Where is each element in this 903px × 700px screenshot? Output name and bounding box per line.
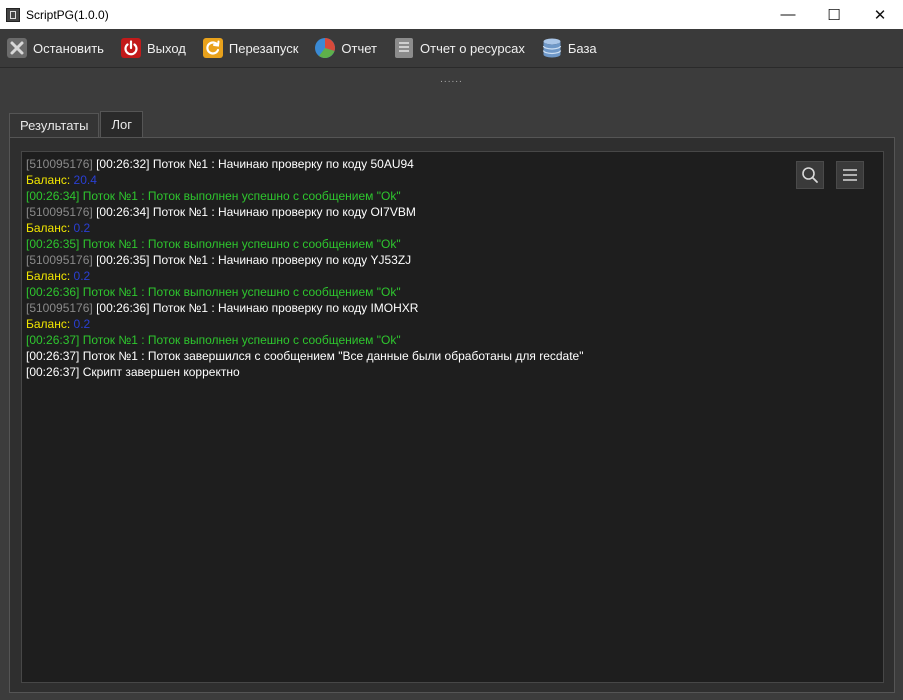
refresh-icon xyxy=(202,37,224,59)
splitter-dots: ...... xyxy=(440,73,463,85)
log-time: [00:26:32] xyxy=(96,157,150,171)
maximize-button[interactable]: ☐ xyxy=(811,0,857,29)
close-x-icon xyxy=(6,37,28,59)
report-button[interactable]: Отчет xyxy=(308,29,383,67)
power-icon xyxy=(120,37,142,59)
balance-value: 0.2 xyxy=(73,269,91,283)
log-line-success: [00:26:37] Поток №1 : Поток выполнен усп… xyxy=(26,333,401,347)
log-line-plain: [00:26:37] Поток №1 : Поток завершился с… xyxy=(26,349,584,363)
database-label: База xyxy=(567,40,597,56)
toolbar: Остановить Выход Перезапуск Отчет Отчет … xyxy=(0,29,903,68)
document-lines-icon xyxy=(393,37,415,59)
tab-log[interactable]: Лог xyxy=(100,111,143,137)
log-line: [510095176] [00:26:35] Поток №1 : Начина… xyxy=(26,252,879,268)
window-controls: — ☐ ✕ xyxy=(765,0,903,29)
balance-value: 0.2 xyxy=(73,221,91,235)
close-button[interactable]: ✕ xyxy=(857,0,903,29)
log-text: Поток №1 : Начинаю проверку по коду YJ53… xyxy=(152,253,412,267)
search-button[interactable] xyxy=(796,161,824,189)
log-line-success: [00:26:35] Поток №1 : Поток выполнен усп… xyxy=(26,237,401,251)
restart-button[interactable]: Перезапуск xyxy=(196,29,305,67)
log-id: [510095176] xyxy=(26,205,93,219)
log-text: Поток №1 : Начинаю проверку по коду 50AU… xyxy=(152,157,414,171)
exit-button[interactable]: Выход xyxy=(114,29,192,67)
log-line: Баланс: 0.2 xyxy=(26,268,879,284)
log-time: [00:26:36] xyxy=(96,301,150,315)
log-line: Баланс: 0.2 xyxy=(26,316,879,332)
log-line: Баланс: 20.4 xyxy=(26,172,879,188)
log-line-plain: [00:26:37] Скрипт завершен корректно xyxy=(26,365,240,379)
minimize-button[interactable]: — xyxy=(765,0,811,29)
log-line: Баланс: 0.2 xyxy=(26,220,879,236)
tab-results[interactable]: Результаты xyxy=(9,113,100,137)
database-icon xyxy=(541,37,563,59)
log-line-success: [00:26:36] Поток №1 : Поток выполнен усп… xyxy=(26,285,401,299)
app-icon xyxy=(6,7,20,22)
menu-button[interactable] xyxy=(836,161,864,189)
splitter-handle[interactable]: ...... xyxy=(0,68,903,90)
resource-report-button[interactable]: Отчет о ресурсах xyxy=(387,29,531,67)
log-time: [00:26:34] xyxy=(96,205,150,219)
search-icon xyxy=(802,167,818,183)
log-id: [510095176] xyxy=(26,301,93,315)
balance-label: Баланс: xyxy=(26,221,71,235)
balance-label: Баланс: xyxy=(26,173,71,187)
log-view[interactable]: [510095176] [00:26:32] Поток №1 : Начина… xyxy=(21,151,884,683)
log-line: [510095176] [00:26:34] Поток №1 : Начина… xyxy=(26,204,879,220)
exit-label: Выход xyxy=(146,40,186,56)
log-id: [510095176] xyxy=(26,157,93,171)
balance-label: Баланс: xyxy=(26,269,71,283)
log-line-success: [00:26:34] Поток №1 : Поток выполнен усп… xyxy=(26,189,401,203)
report-label: Отчет xyxy=(341,40,377,56)
hamburger-menu-icon xyxy=(843,169,857,181)
balance-value: 20.4 xyxy=(73,173,97,187)
log-tools xyxy=(784,161,864,189)
log-text: Поток №1 : Начинаю проверку по коду IMOH… xyxy=(152,301,419,315)
window-title: ScriptPG(1.0.0) xyxy=(26,7,109,22)
resource-report-label: Отчет о ресурсах xyxy=(420,40,525,56)
log-text: Поток №1 : Начинаю проверку по коду OI7V… xyxy=(152,205,416,219)
log-id: [510095176] xyxy=(26,253,93,267)
log-line: [510095176] [00:26:36] Поток №1 : Начина… xyxy=(26,300,879,316)
stop-button[interactable]: Остановить xyxy=(0,29,110,67)
tab-bar: Результаты Лог xyxy=(9,111,144,137)
stop-label: Остановить xyxy=(33,40,104,56)
restart-label: Перезапуск xyxy=(228,40,299,56)
log-line: [510095176] [00:26:32] Поток №1 : Начина… xyxy=(26,156,879,172)
pie-chart-icon xyxy=(314,37,336,59)
database-button[interactable]: База xyxy=(535,29,603,67)
balance-value: 0.2 xyxy=(73,317,91,331)
tab-panel: [510095176] [00:26:32] Поток №1 : Начина… xyxy=(9,137,895,693)
balance-label: Баланс: xyxy=(26,317,71,331)
log-time: [00:26:35] xyxy=(96,253,150,267)
title-bar: ScriptPG(1.0.0) — ☐ ✕ xyxy=(0,0,903,29)
